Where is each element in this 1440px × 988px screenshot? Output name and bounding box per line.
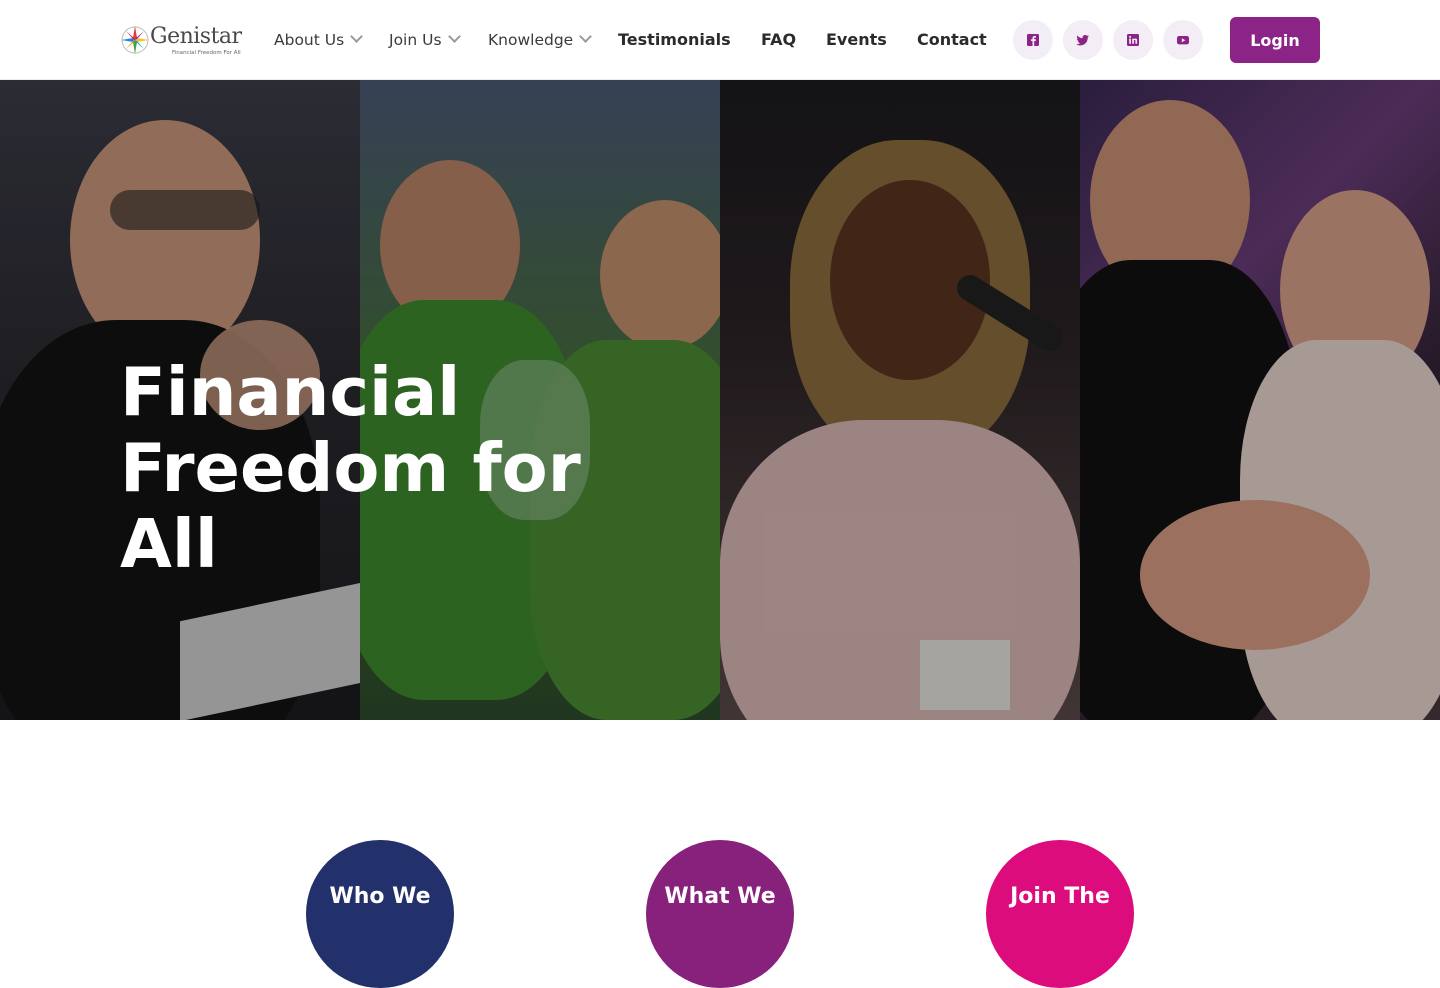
nav-label: Join Us bbox=[389, 31, 442, 49]
nav-testimonials[interactable]: Testimonials bbox=[618, 29, 731, 51]
facebook-button[interactable] bbox=[1013, 20, 1053, 60]
nav-contact[interactable]: Contact bbox=[917, 29, 987, 51]
compass-star-icon bbox=[121, 26, 149, 54]
linkedin-icon bbox=[1127, 34, 1139, 46]
join-the-circle[interactable]: Join The bbox=[986, 840, 1134, 988]
genistar-logo[interactable]: Genistar Financial Freedom For All bbox=[120, 22, 248, 58]
logo-tagline: Financial Freedom For All bbox=[172, 50, 241, 56]
hero-title: Financial Freedom for All bbox=[120, 353, 581, 583]
nav-faq[interactable]: FAQ bbox=[761, 29, 796, 51]
nav-label: Knowledge bbox=[488, 31, 574, 49]
youtube-icon bbox=[1177, 36, 1189, 45]
who-we-circle[interactable]: Who We bbox=[306, 840, 454, 988]
facebook-icon bbox=[1027, 34, 1039, 46]
nav-label: About Us bbox=[274, 31, 345, 49]
twitter-icon bbox=[1076, 35, 1089, 46]
hero-banner: Financial Freedom for All bbox=[0, 80, 1440, 720]
login-button[interactable]: Login bbox=[1230, 17, 1320, 63]
linkedin-button[interactable] bbox=[1113, 20, 1153, 60]
twitter-button[interactable] bbox=[1063, 20, 1103, 60]
site-header: Genistar Financial Freedom For All About… bbox=[0, 0, 1440, 80]
what-we-circle[interactable]: What We bbox=[646, 840, 794, 988]
nav-events[interactable]: Events bbox=[826, 29, 887, 51]
chevron-down-icon bbox=[447, 30, 461, 43]
chevron-down-icon bbox=[579, 30, 593, 43]
nav-join-us[interactable]: Join Us bbox=[389, 29, 461, 51]
nav-about-us[interactable]: About Us bbox=[274, 29, 364, 51]
youtube-button[interactable] bbox=[1163, 20, 1203, 60]
nav-knowledge[interactable]: Knowledge bbox=[488, 29, 593, 51]
chevron-down-icon bbox=[350, 30, 364, 43]
logo-wordmark: Genistar bbox=[150, 24, 242, 49]
